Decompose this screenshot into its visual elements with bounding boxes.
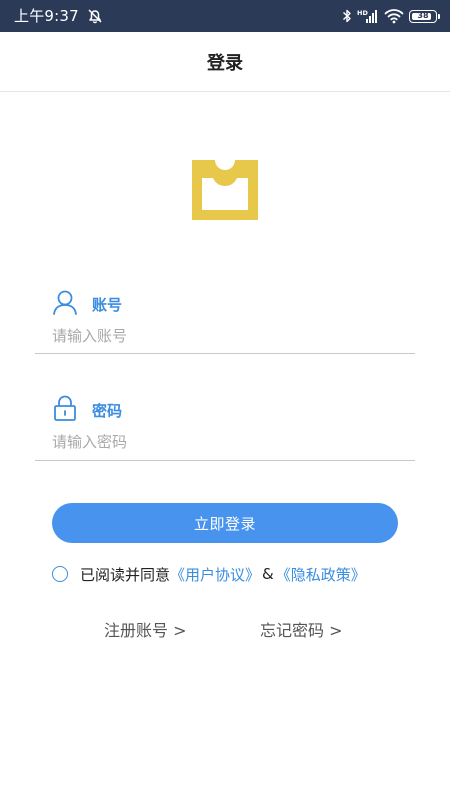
app-logo-icon <box>190 160 260 222</box>
status-time: 上午9:37 <box>14 7 79 25</box>
password-label: 密码 <box>92 401 123 420</box>
password-underline <box>35 460 415 461</box>
alarm-off-icon <box>86 7 104 25</box>
account-input[interactable] <box>52 322 412 350</box>
agree-checkbox[interactable] <box>52 566 68 582</box>
page-title: 登录 <box>207 52 243 74</box>
forgot-password-link[interactable]: 忘记密码 > <box>260 617 343 641</box>
status-bar: 上午9:37 HD 38 <box>0 0 450 32</box>
register-link[interactable]: 注册账号 > <box>104 617 187 641</box>
battery-icon: 38 <box>409 9 437 23</box>
bluetooth-icon <box>342 8 352 24</box>
account-label: 账号 <box>92 295 123 314</box>
status-icons: HD 38 <box>342 6 440 26</box>
account-underline <box>35 353 415 354</box>
agreement-prefix: 已阅读并同意 <box>80 565 171 584</box>
password-label-row: 密码 <box>52 395 122 425</box>
battery-tip <box>438 13 440 19</box>
hd-signal-icon: HD <box>357 8 379 24</box>
svg-text:HD: HD <box>357 9 368 17</box>
account-label-row: 账号 <box>52 289 122 319</box>
password-input[interactable] <box>52 428 412 456</box>
wifi-icon <box>384 8 404 24</box>
agreement-ampersand: & <box>262 565 274 583</box>
agreement-row: 已阅读并同意 《用户协议》 & 《隐私政策》 <box>52 563 366 585</box>
user-agreement-link[interactable]: 《用户协议》 <box>170 564 260 585</box>
battery-level: 38 <box>417 11 429 20</box>
user-icon <box>52 289 78 319</box>
login-button[interactable]: 立即登录 <box>52 503 398 543</box>
page-header: 登录 <box>0 32 450 92</box>
lock-icon <box>52 395 78 425</box>
privacy-policy-link[interactable]: 《隐私政策》 <box>276 564 366 585</box>
